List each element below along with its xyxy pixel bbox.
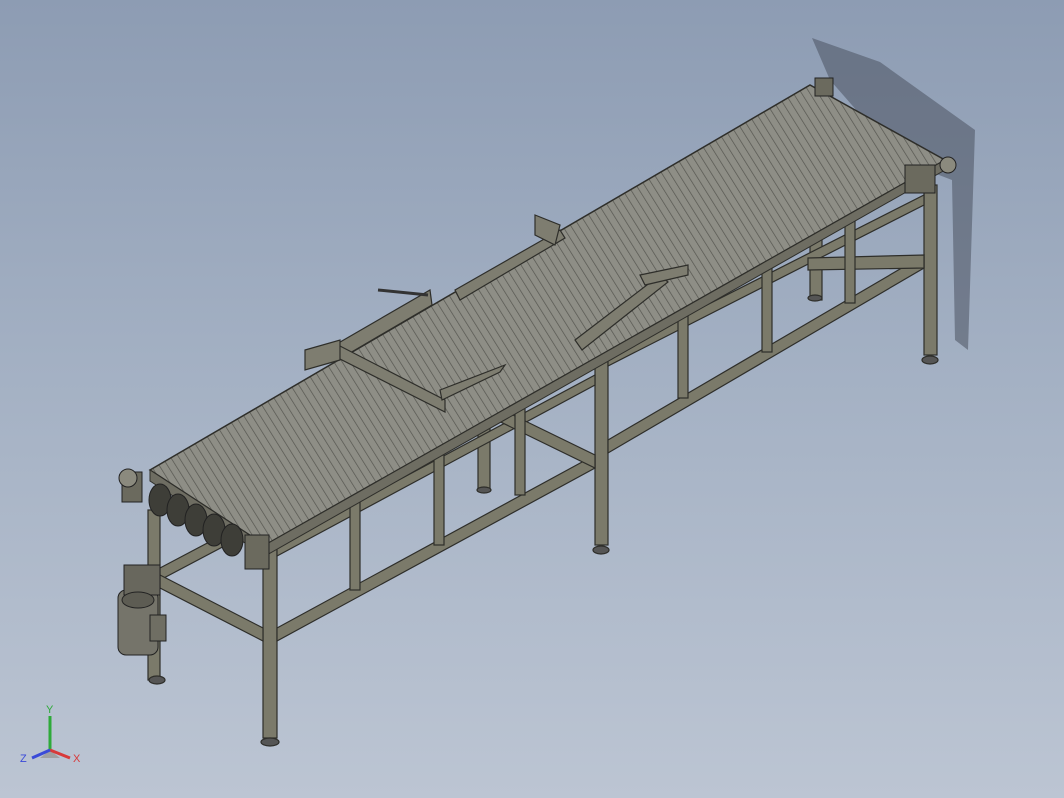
axis-triad: Y X Z [20,704,81,765]
cad-graphics-viewport[interactable]: Y X Z [0,0,1064,798]
z-axis-label: Z [20,753,27,765]
conveyor-model[interactable] [0,0,1064,798]
y-axis-label: Y [46,704,54,716]
x-axis-label: X [73,753,81,765]
